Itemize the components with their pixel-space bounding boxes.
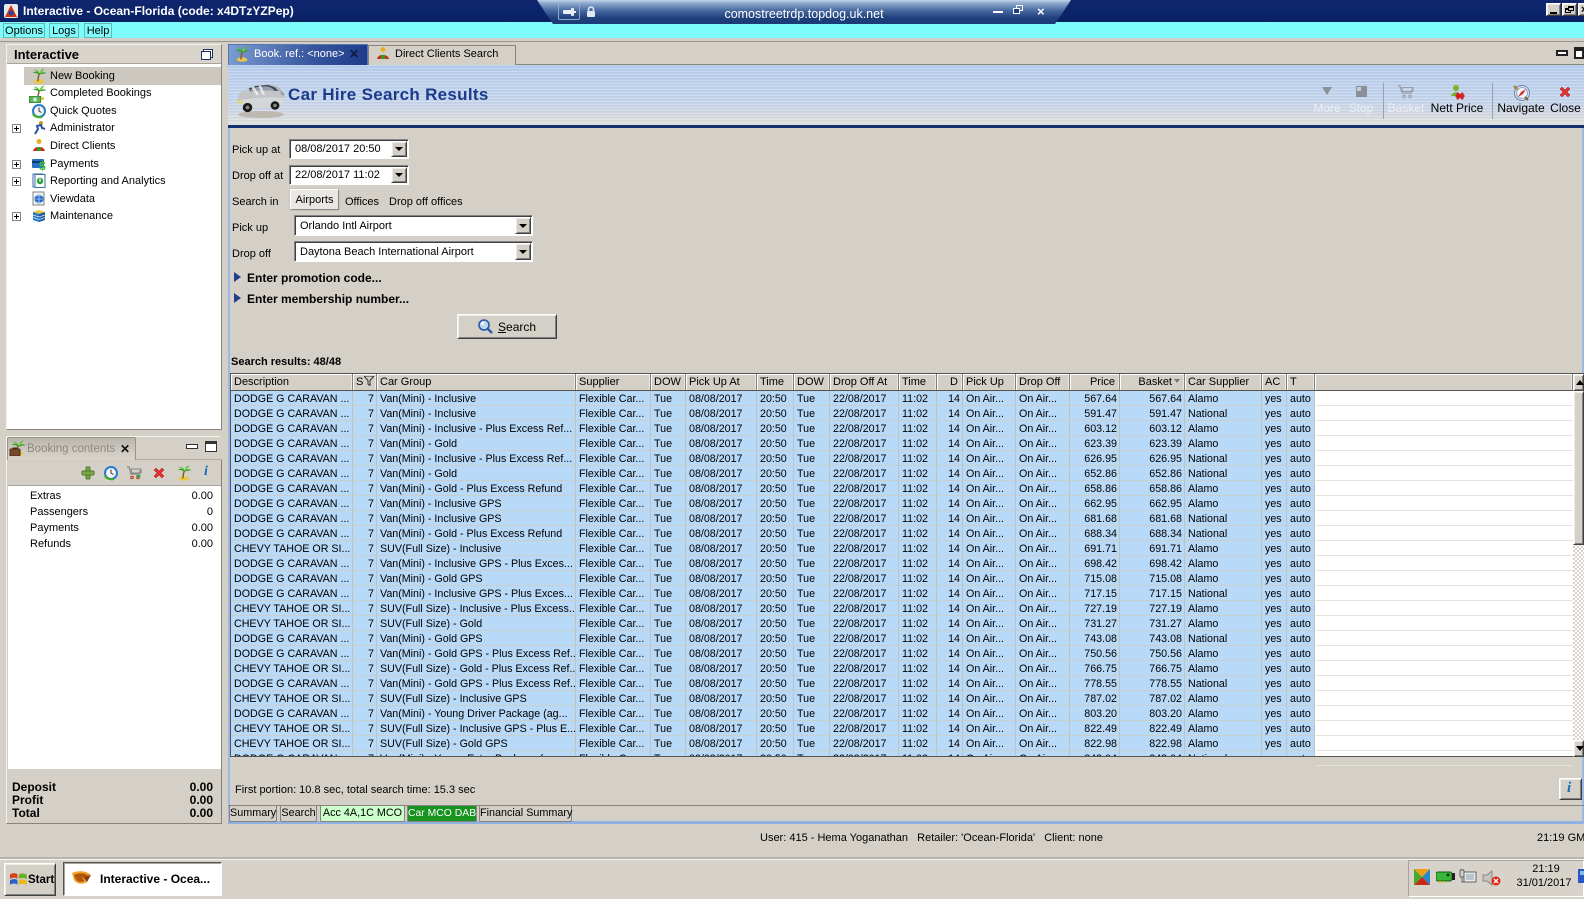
svg-text:$: $ xyxy=(39,159,46,172)
